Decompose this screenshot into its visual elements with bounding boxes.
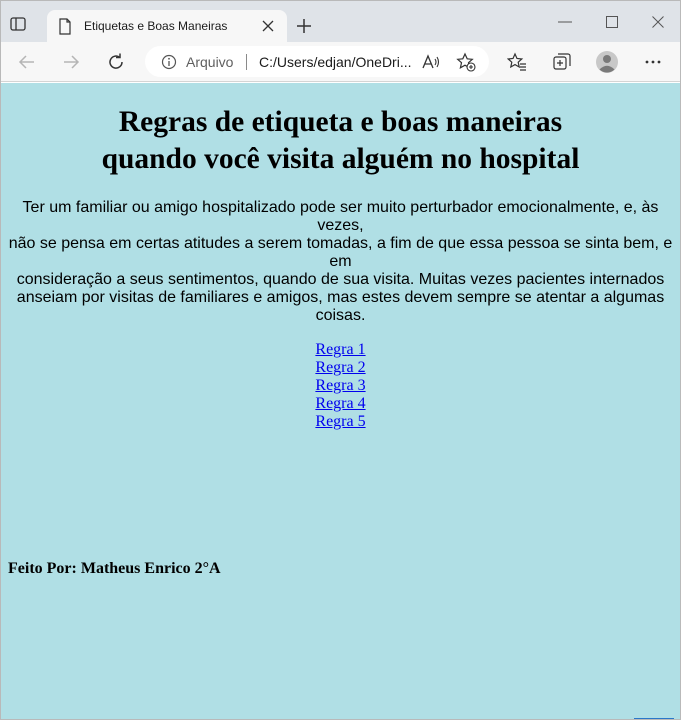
active-tab[interactable]: Etiquetas e Boas Maneiras xyxy=(47,10,287,43)
minimize-icon[interactable] xyxy=(558,21,572,23)
page-title: Regras de etiqueta e boas maneiras quand… xyxy=(1,104,680,178)
refresh-icon[interactable] xyxy=(106,52,126,72)
document-icon xyxy=(59,18,71,35)
intro-line: Ter um familiar ou amigo hospitalizado p… xyxy=(22,199,659,234)
intro-paragraph: Ter um familiar ou amigo hospitalizado p… xyxy=(5,199,676,325)
navigation-bar: Arquivo C:/Users/edjan/OneDri... xyxy=(1,42,680,82)
add-favorite-icon[interactable] xyxy=(456,52,476,72)
address-url[interactable]: C:/Users/edjan/OneDri... xyxy=(259,54,412,70)
address-separator xyxy=(246,54,247,70)
tab-actions-icon[interactable] xyxy=(9,15,27,33)
browser-window: Etiquetas e Boas Maneiras Arquivo C:/Use… xyxy=(0,0,681,720)
intro-line: anseiam por visitas de familiares e amig… xyxy=(16,289,665,324)
intro-line: consideração a seus sentimentos, quando … xyxy=(16,271,665,288)
rules-links: Regra 1 Regra 2 Regra 3 Regra 4 Regra 5 xyxy=(1,341,680,431)
rule-link-2[interactable]: Regra 2 xyxy=(311,359,371,377)
tab-bar: Etiquetas e Boas Maneiras xyxy=(1,1,680,43)
page-content: Regras de etiqueta e boas maneiras quand… xyxy=(1,83,680,719)
intro-line: não se pensa em certas atitudes a serem … xyxy=(8,235,673,270)
favorites-icon[interactable] xyxy=(507,52,527,72)
address-bar[interactable]: Arquivo C:/Users/edjan/OneDri... xyxy=(145,46,489,77)
collections-icon[interactable] xyxy=(552,52,572,72)
read-aloud-icon[interactable] xyxy=(421,52,441,72)
plus-icon[interactable] xyxy=(295,17,313,35)
maximize-icon[interactable] xyxy=(606,16,618,28)
info-icon[interactable] xyxy=(161,54,177,70)
page-title-line-2: quando você visita alguém no hospital xyxy=(101,143,580,175)
page-title-line-1: Regras de etiqueta e boas maneiras xyxy=(118,106,563,138)
address-label: Arquivo xyxy=(186,54,234,70)
more-icon[interactable] xyxy=(643,52,663,72)
author-footer: Feito Por: Matheus Enrico 2°A xyxy=(8,560,221,577)
rule-link-4[interactable]: Regra 4 xyxy=(311,395,371,413)
forward-arrow-icon[interactable] xyxy=(61,52,81,72)
back-arrow-icon[interactable] xyxy=(17,52,37,72)
rule-link-1[interactable]: Regra 1 xyxy=(311,341,371,359)
rule-link-3[interactable]: Regra 3 xyxy=(311,377,371,395)
profile-icon[interactable] xyxy=(595,50,619,74)
close-icon[interactable] xyxy=(262,20,274,32)
window-close-icon[interactable] xyxy=(652,16,664,28)
rule-link-5[interactable]: Regra 5 xyxy=(311,413,371,431)
tab-title: Etiquetas e Boas Maneiras xyxy=(84,19,228,33)
